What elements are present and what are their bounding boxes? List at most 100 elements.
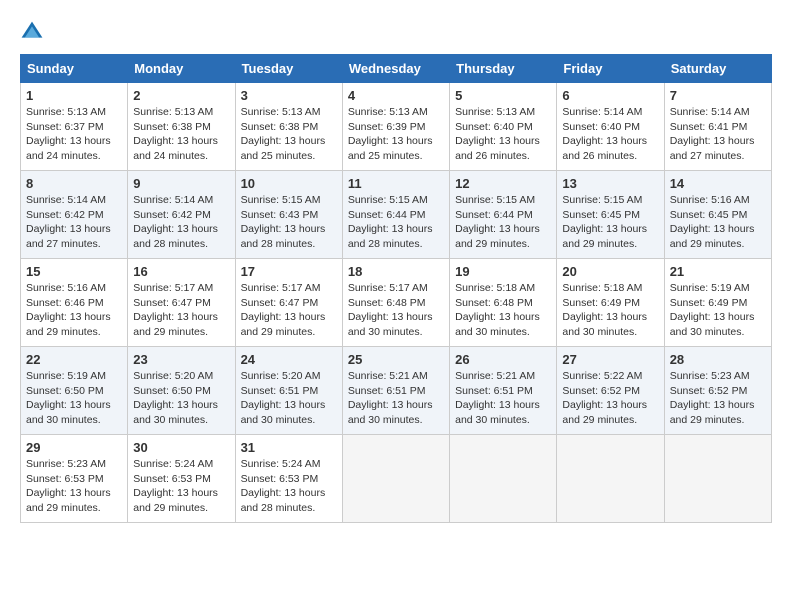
calendar-day: 21Sunrise: 5:19 AMSunset: 6:49 PMDayligh… <box>664 259 771 347</box>
weekday-header-row: SundayMondayTuesdayWednesdayThursdayFrid… <box>21 55 772 83</box>
day-number: 28 <box>670 352 766 367</box>
day-info: Sunrise: 5:15 AMSunset: 6:44 PMDaylight:… <box>348 193 444 252</box>
logo-icon <box>20 20 44 44</box>
day-info: Sunrise: 5:20 AMSunset: 6:51 PMDaylight:… <box>241 369 337 428</box>
calendar-day: 19 Sunrise: 5:18 AMSunset: 6:48 PMDayligh… <box>450 259 557 347</box>
calendar-day: 17 Sunrise: 5:17 AMSunset: 6:47 PMDayligh… <box>235 259 342 347</box>
day-info: Sunrise: 5:23 AMSunset: 6:52 PMDaylight:… <box>670 369 766 428</box>
calendar-day <box>342 435 449 523</box>
calendar-day: 23 Sunrise: 5:20 AMSunset: 6:50 PMDayligh… <box>128 347 235 435</box>
day-number: 27 <box>562 352 658 367</box>
day-info: Sunrise: 5:18 AMSunset: 6:49 PMDaylight:… <box>562 281 658 340</box>
day-number: 29 <box>26 440 122 455</box>
day-number: 18 <box>348 264 444 279</box>
day-number: 22 <box>26 352 122 367</box>
day-info: Sunrise: 5:13 AMSunset: 6:38 PMDaylight:… <box>133 105 229 164</box>
calendar-day: 8Sunrise: 5:14 AMSunset: 6:42 PMDaylight… <box>21 171 128 259</box>
day-info: Sunrise: 5:13 AMSunset: 6:40 PMDaylight:… <box>455 105 551 164</box>
day-number: 21 <box>670 264 766 279</box>
day-number: 25 <box>348 352 444 367</box>
calendar-day: 6Sunrise: 5:14 AMSunset: 6:40 PMDaylight… <box>557 83 664 171</box>
calendar-day: 15 Sunrise: 5:16 AMSunset: 6:46 PMDayligh… <box>21 259 128 347</box>
calendar-table: SundayMondayTuesdayWednesdayThursdayFrid… <box>20 54 772 523</box>
weekday-header: Thursday <box>450 55 557 83</box>
calendar-day: 14 Sunrise: 5:16 AMSunset: 6:45 PMDayligh… <box>664 171 771 259</box>
day-number: 23 <box>133 352 229 367</box>
calendar-day: 20Sunrise: 5:18 AMSunset: 6:49 PMDayligh… <box>557 259 664 347</box>
calendar-day: 10 Sunrise: 5:15 AMSunset: 6:43 PMDayligh… <box>235 171 342 259</box>
calendar-day: 5 Sunrise: 5:13 AMSunset: 6:40 PMDaylight… <box>450 83 557 171</box>
weekday-header: Wednesday <box>342 55 449 83</box>
day-info: Sunrise: 5:17 AMSunset: 6:47 PMDaylight:… <box>133 281 229 340</box>
day-info: Sunrise: 5:17 AMSunset: 6:48 PMDaylight:… <box>348 281 444 340</box>
calendar-day: 1 Sunrise: 5:13 AMSunset: 6:37 PMDaylight… <box>21 83 128 171</box>
day-info: Sunrise: 5:20 AMSunset: 6:50 PMDaylight:… <box>133 369 229 428</box>
day-number: 24 <box>241 352 337 367</box>
day-number: 3 <box>241 88 337 103</box>
calendar-day: 7 Sunrise: 5:14 AMSunset: 6:41 PMDaylight… <box>664 83 771 171</box>
calendar-day: 30Sunrise: 5:24 AMSunset: 6:53 PMDayligh… <box>128 435 235 523</box>
calendar-day: 29 Sunrise: 5:23 AMSunset: 6:53 PMDayligh… <box>21 435 128 523</box>
day-number: 13 <box>562 176 658 191</box>
calendar-day <box>664 435 771 523</box>
day-number: 9 <box>133 176 229 191</box>
calendar-day <box>450 435 557 523</box>
weekday-header: Tuesday <box>235 55 342 83</box>
day-number: 7 <box>670 88 766 103</box>
day-info: Sunrise: 5:14 AMSunset: 6:42 PMDaylight:… <box>133 193 229 252</box>
calendar-day: 3 Sunrise: 5:13 AMSunset: 6:38 PMDaylight… <box>235 83 342 171</box>
day-number: 5 <box>455 88 551 103</box>
day-number: 31 <box>241 440 337 455</box>
calendar-day: 2 Sunrise: 5:13 AMSunset: 6:38 PMDaylight… <box>128 83 235 171</box>
day-info: Sunrise: 5:16 AMSunset: 6:46 PMDaylight:… <box>26 281 122 340</box>
calendar-day: 26Sunrise: 5:21 AMSunset: 6:51 PMDayligh… <box>450 347 557 435</box>
day-info: Sunrise: 5:13 AMSunset: 6:37 PMDaylight:… <box>26 105 122 164</box>
calendar-day: 11 Sunrise: 5:15 AMSunset: 6:44 PMDayligh… <box>342 171 449 259</box>
day-number: 15 <box>26 264 122 279</box>
calendar-week-row: 15 Sunrise: 5:16 AMSunset: 6:46 PMDayligh… <box>21 259 772 347</box>
day-info: Sunrise: 5:23 AMSunset: 6:53 PMDaylight:… <box>26 457 122 516</box>
calendar-day: 27 Sunrise: 5:22 AMSunset: 6:52 PMDayligh… <box>557 347 664 435</box>
weekday-header: Sunday <box>21 55 128 83</box>
calendar-day: 9 Sunrise: 5:14 AMSunset: 6:42 PMDaylight… <box>128 171 235 259</box>
day-number: 26 <box>455 352 551 367</box>
weekday-header: Saturday <box>664 55 771 83</box>
day-number: 14 <box>670 176 766 191</box>
calendar-day: 16 Sunrise: 5:17 AMSunset: 6:47 PMDayligh… <box>128 259 235 347</box>
day-info: Sunrise: 5:17 AMSunset: 6:47 PMDaylight:… <box>241 281 337 340</box>
day-info: Sunrise: 5:14 AMSunset: 6:41 PMDaylight:… <box>670 105 766 164</box>
calendar-week-row: 1 Sunrise: 5:13 AMSunset: 6:37 PMDaylight… <box>21 83 772 171</box>
calendar-week-row: 29 Sunrise: 5:23 AMSunset: 6:53 PMDayligh… <box>21 435 772 523</box>
weekday-header: Monday <box>128 55 235 83</box>
day-number: 11 <box>348 176 444 191</box>
calendar-day: 28 Sunrise: 5:23 AMSunset: 6:52 PMDayligh… <box>664 347 771 435</box>
day-info: Sunrise: 5:22 AMSunset: 6:52 PMDaylight:… <box>562 369 658 428</box>
calendar-day: 31 Sunrise: 5:24 AMSunset: 6:53 PMDayligh… <box>235 435 342 523</box>
day-number: 4 <box>348 88 444 103</box>
calendar-day: 18 Sunrise: 5:17 AMSunset: 6:48 PMDayligh… <box>342 259 449 347</box>
day-number: 19 <box>455 264 551 279</box>
calendar-day: 22 Sunrise: 5:19 AMSunset: 6:50 PMDayligh… <box>21 347 128 435</box>
calendar-day: 25Sunrise: 5:21 AMSunset: 6:51 PMDayligh… <box>342 347 449 435</box>
day-info: Sunrise: 5:15 AMSunset: 6:43 PMDaylight:… <box>241 193 337 252</box>
calendar-day <box>557 435 664 523</box>
day-number: 10 <box>241 176 337 191</box>
day-number: 2 <box>133 88 229 103</box>
calendar-day: 24 Sunrise: 5:20 AMSunset: 6:51 PMDayligh… <box>235 347 342 435</box>
day-info: Sunrise: 5:13 AMSunset: 6:38 PMDaylight:… <box>241 105 337 164</box>
page-header <box>20 20 772 44</box>
day-number: 17 <box>241 264 337 279</box>
logo <box>20 20 48 44</box>
day-info: Sunrise: 5:18 AMSunset: 6:48 PMDaylight:… <box>455 281 551 340</box>
day-number: 1 <box>26 88 122 103</box>
day-info: Sunrise: 5:24 AMSunset: 6:53 PMDaylight:… <box>241 457 337 516</box>
day-number: 16 <box>133 264 229 279</box>
day-number: 30 <box>133 440 229 455</box>
calendar-day: 4 Sunrise: 5:13 AMSunset: 6:39 PMDaylight… <box>342 83 449 171</box>
day-info: Sunrise: 5:13 AMSunset: 6:39 PMDaylight:… <box>348 105 444 164</box>
day-info: Sunrise: 5:19 AMSunset: 6:50 PMDaylight:… <box>26 369 122 428</box>
day-number: 8 <box>26 176 122 191</box>
day-number: 12 <box>455 176 551 191</box>
day-info: Sunrise: 5:16 AMSunset: 6:45 PMDaylight:… <box>670 193 766 252</box>
calendar-day: 13Sunrise: 5:15 AMSunset: 6:45 PMDayligh… <box>557 171 664 259</box>
